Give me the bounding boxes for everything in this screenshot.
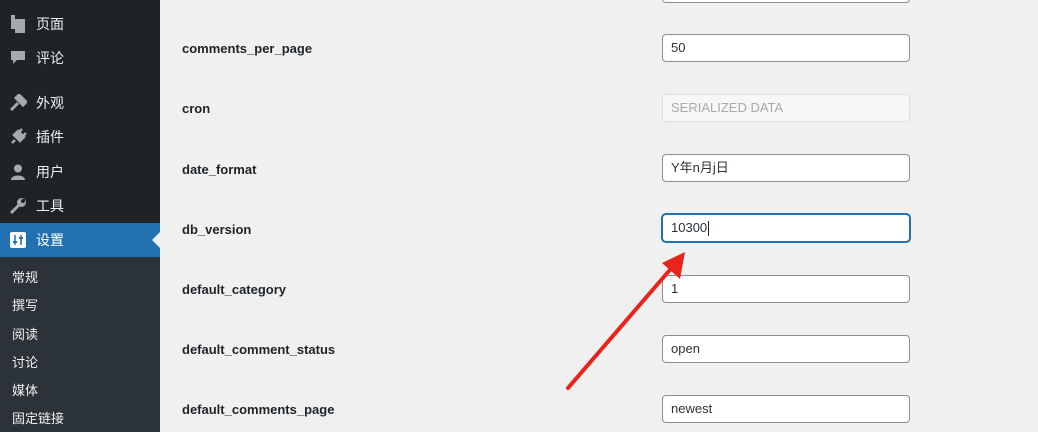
plugins-icon: [8, 127, 28, 147]
menu-item-plugins[interactable]: 插件: [0, 120, 160, 154]
settings-submenu: 常规 撰写 阅读 讨论 媒体 固定链接: [0, 257, 160, 432]
submenu-media[interactable]: 媒体: [12, 381, 38, 401]
option-input-cron: SERIALIZED DATA: [662, 94, 910, 122]
comments-icon: [8, 48, 28, 68]
text-caret: [708, 221, 710, 237]
option-label: default_comments_page: [182, 402, 335, 417]
menu-item-tools[interactable]: 工具: [0, 189, 160, 223]
option-label: default_comment_status: [182, 342, 336, 357]
option-input-comments-per-page[interactable]: 50: [662, 34, 910, 62]
menu-item-comments[interactable]: 评论: [0, 41, 160, 75]
wrench-icon: [8, 196, 28, 216]
menu-item-appearance[interactable]: 外观: [0, 86, 160, 120]
submenu-reading[interactable]: 阅读: [12, 325, 38, 345]
option-label: default_category: [182, 282, 287, 297]
users-icon: [8, 162, 28, 182]
option-input-default-comment-status[interactable]: open: [662, 335, 910, 363]
previous-option-input[interactable]: [662, 0, 910, 3]
option-value: 10300: [671, 220, 708, 235]
admin-sidebar: 页面 评论 外观 插件 用户 工具 设置 常规 撰写 阅读 讨论 媒体 固定链接: [0, 0, 160, 432]
option-label: date_format: [182, 162, 257, 177]
submenu-general[interactable]: 常规: [12, 268, 38, 288]
menu-label-settings: 设置: [36, 232, 64, 248]
menu-label-plugins: 插件: [36, 129, 64, 145]
menu-label-users: 用户: [36, 164, 64, 180]
option-label: db_version: [182, 222, 252, 237]
submenu-writing[interactable]: 撰写: [12, 296, 38, 316]
option-input-default-category[interactable]: 1: [662, 275, 910, 303]
menu-label-appearance: 外观: [36, 95, 64, 111]
option-label: cron: [182, 101, 211, 116]
menu-label-pages: 页面: [36, 16, 64, 32]
option-input-date-format[interactable]: Y年n月j日: [662, 154, 910, 182]
submenu-discussion[interactable]: 讨论: [12, 353, 38, 373]
menu-label-comments: 评论: [36, 50, 64, 66]
option-input-default-comments-page[interactable]: newest: [662, 395, 910, 423]
menu-item-pages[interactable]: 页面: [0, 7, 160, 41]
options-table: comments_per_page 50 cron SERIALIZED DAT…: [160, 0, 1038, 432]
menu-item-users[interactable]: 用户: [0, 155, 160, 189]
settings-sliders-icon: [8, 230, 28, 250]
pages-icon: [8, 14, 28, 34]
option-label: comments_per_page: [182, 41, 313, 56]
submenu-permalinks[interactable]: 固定链接: [12, 409, 64, 429]
appearance-icon: [8, 93, 28, 113]
option-input-db-version[interactable]: 10300: [662, 214, 910, 242]
menu-label-tools: 工具: [36, 198, 64, 214]
menu-item-settings[interactable]: 设置: [0, 223, 160, 257]
